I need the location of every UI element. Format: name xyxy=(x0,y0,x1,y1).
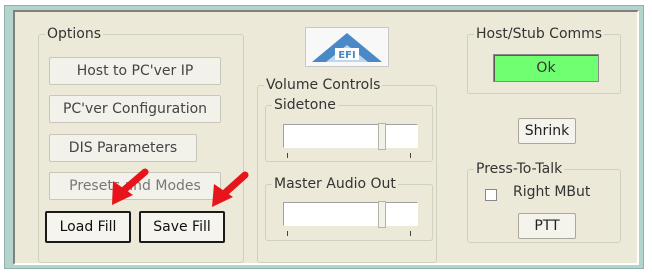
logo-text: EFI xyxy=(338,50,355,61)
sidetone-slider[interactable] xyxy=(283,123,418,150)
options-group-title: Options xyxy=(45,26,104,42)
pcver-configuration-button[interactable]: PC'ver Configuration xyxy=(49,95,221,123)
master-audio-out-tick-min xyxy=(287,231,288,236)
comms-status-indicator: Ok xyxy=(493,54,599,82)
right-mbut-label[interactable]: Right MBut xyxy=(513,184,590,200)
right-mbut-checkbox[interactable] xyxy=(485,189,497,201)
press-to-talk-title: Press-To-Talk xyxy=(474,161,565,177)
sidetone-tick-max xyxy=(410,153,411,158)
load-fill-button[interactable]: Load Fill xyxy=(45,211,131,243)
host-to-pcver-ip-button[interactable]: Host to PC'ver IP xyxy=(49,57,221,85)
sidetone-label: Sidetone xyxy=(272,97,338,113)
master-audio-out-slider[interactable] xyxy=(283,201,418,228)
host-stub-comms-title: Host/Stub Comms xyxy=(474,26,605,42)
volume-controls-title: Volume Controls xyxy=(264,77,383,93)
dis-parameters-button[interactable]: DIS Parameters xyxy=(49,134,197,162)
ptt-button[interactable]: PTT xyxy=(518,213,576,239)
sidetone-slider-thumb[interactable] xyxy=(378,123,386,150)
main-panel: Options Host to PC'ver IP PC'ver Configu… xyxy=(13,10,639,265)
save-fill-button[interactable]: Save Fill xyxy=(139,211,225,243)
shrink-button[interactable]: Shrink xyxy=(518,118,576,144)
sidetone-tick-min xyxy=(287,153,288,158)
efi-logo: EFI xyxy=(305,27,389,67)
presets-and-modes-button[interactable]: Presets and Modes xyxy=(49,172,221,200)
master-audio-out-tick-max xyxy=(410,231,411,236)
master-audio-out-label: Master Audio Out xyxy=(272,176,398,192)
master-audio-out-slider-thumb[interactable] xyxy=(378,201,386,228)
